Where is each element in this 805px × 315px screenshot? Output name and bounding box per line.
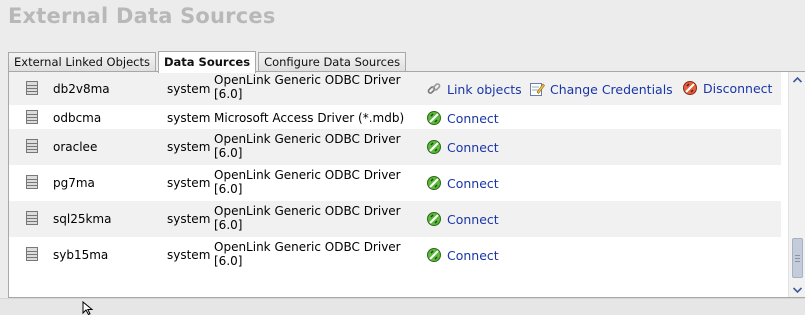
plug-disconnect-icon: [683, 81, 697, 95]
connect-button[interactable]: Connect: [426, 110, 499, 126]
datasource-row: odbcma system Microsoft Access Driver (*…: [9, 105, 781, 129]
database-icon: [26, 175, 38, 189]
tab-configure-data-sources[interactable]: Configure Data Sources: [258, 52, 407, 72]
tab-external-linked-objects[interactable]: External Linked Objects: [8, 52, 156, 72]
mouse-cursor-icon: [82, 301, 94, 315]
chain-link-icon: [427, 83, 441, 94]
disconnect-button[interactable]: Disconnect: [682, 80, 772, 96]
tab-data-sources[interactable]: Data Sources: [157, 51, 257, 73]
datasource-owner: system: [167, 111, 211, 125]
link-objects-label: Link objects: [447, 81, 522, 97]
datasource-row: sql25kma system OpenLink Generic ODBC Dr…: [9, 201, 781, 237]
datasource-owner: system: [167, 212, 211, 226]
page-title: External Data Sources: [8, 4, 276, 28]
connect-label: Connect: [447, 110, 499, 126]
datasource-driver: OpenLink Generic ODBC Driver [6.0]: [214, 240, 401, 268]
database-icon: [26, 247, 38, 261]
link-objects-button[interactable]: Link objects: [426, 81, 522, 97]
database-icon: [26, 139, 38, 153]
scroll-down-button[interactable]: [791, 283, 804, 296]
datasource-row: pg7ma system OpenLink Generic ODBC Drive…: [9, 165, 781, 201]
edit-note-icon: [530, 83, 545, 96]
scroll-up-button[interactable]: [791, 73, 804, 86]
plug-connect-icon: [427, 111, 441, 125]
datasource-driver: OpenLink Generic ODBC Driver [6.0]: [214, 168, 401, 196]
datasource-driver: OpenLink Generic ODBC Driver [6.0]: [214, 204, 401, 232]
plug-connect-icon: [427, 176, 441, 190]
connect-button[interactable]: Connect: [426, 175, 499, 191]
datasource-owner: system: [167, 140, 211, 154]
datasource-name: oraclee: [53, 140, 98, 154]
datasource-owner: system: [167, 82, 211, 96]
connect-label: Connect: [447, 247, 499, 263]
datasource-driver: OpenLink Generic ODBC Driver [6.0]: [214, 73, 401, 101]
data-sources-panel: db2v8ma system OpenLink Generic ODBC Dri…: [8, 71, 805, 298]
chevron-down-icon: [793, 286, 802, 293]
database-icon: [26, 81, 38, 95]
chevron-up-icon: [793, 76, 802, 83]
connect-button[interactable]: Connect: [426, 211, 499, 227]
connect-button[interactable]: Connect: [426, 247, 499, 263]
datasource-name: db2v8ma: [53, 82, 110, 96]
plug-connect-icon: [427, 248, 441, 262]
tab-bar: External Linked Objects Data Sources Con…: [8, 50, 408, 73]
connect-label: Connect: [447, 211, 499, 227]
datasource-row: db2v8ma system OpenLink Generic ODBC Dri…: [9, 72, 781, 105]
disconnect-label: Disconnect: [703, 80, 773, 96]
datasource-name: syb15ma: [53, 248, 109, 262]
plug-connect-icon: [427, 212, 441, 226]
datasource-name: pg7ma: [53, 176, 95, 190]
scrollbar-thumb[interactable]: [792, 238, 803, 278]
database-icon: [26, 110, 38, 124]
vertical-scrollbar[interactable]: [788, 72, 805, 297]
datasource-row: syb15ma system OpenLink Generic ODBC Dri…: [9, 237, 781, 273]
connect-button[interactable]: Connect: [426, 139, 499, 155]
datasource-driver: OpenLink Generic ODBC Driver [6.0]: [214, 132, 401, 160]
datasource-name: sql25kma: [53, 212, 112, 226]
plug-connect-icon: [427, 140, 441, 154]
change-credentials-label: Change Credentials: [550, 81, 673, 97]
datasource-owner: system: [167, 248, 211, 262]
bottom-bar: [0, 298, 805, 315]
connect-label: Connect: [447, 139, 499, 155]
datasource-driver: Microsoft Access Driver (*.mdb): [214, 111, 405, 125]
change-credentials-button[interactable]: Change Credentials: [529, 81, 673, 97]
datasource-name: odbcma: [53, 111, 102, 125]
datasource-row: oraclee system OpenLink Generic ODBC Dri…: [9, 129, 781, 165]
connect-label: Connect: [447, 175, 499, 191]
datasource-owner: system: [167, 176, 211, 190]
database-icon: [26, 211, 38, 225]
